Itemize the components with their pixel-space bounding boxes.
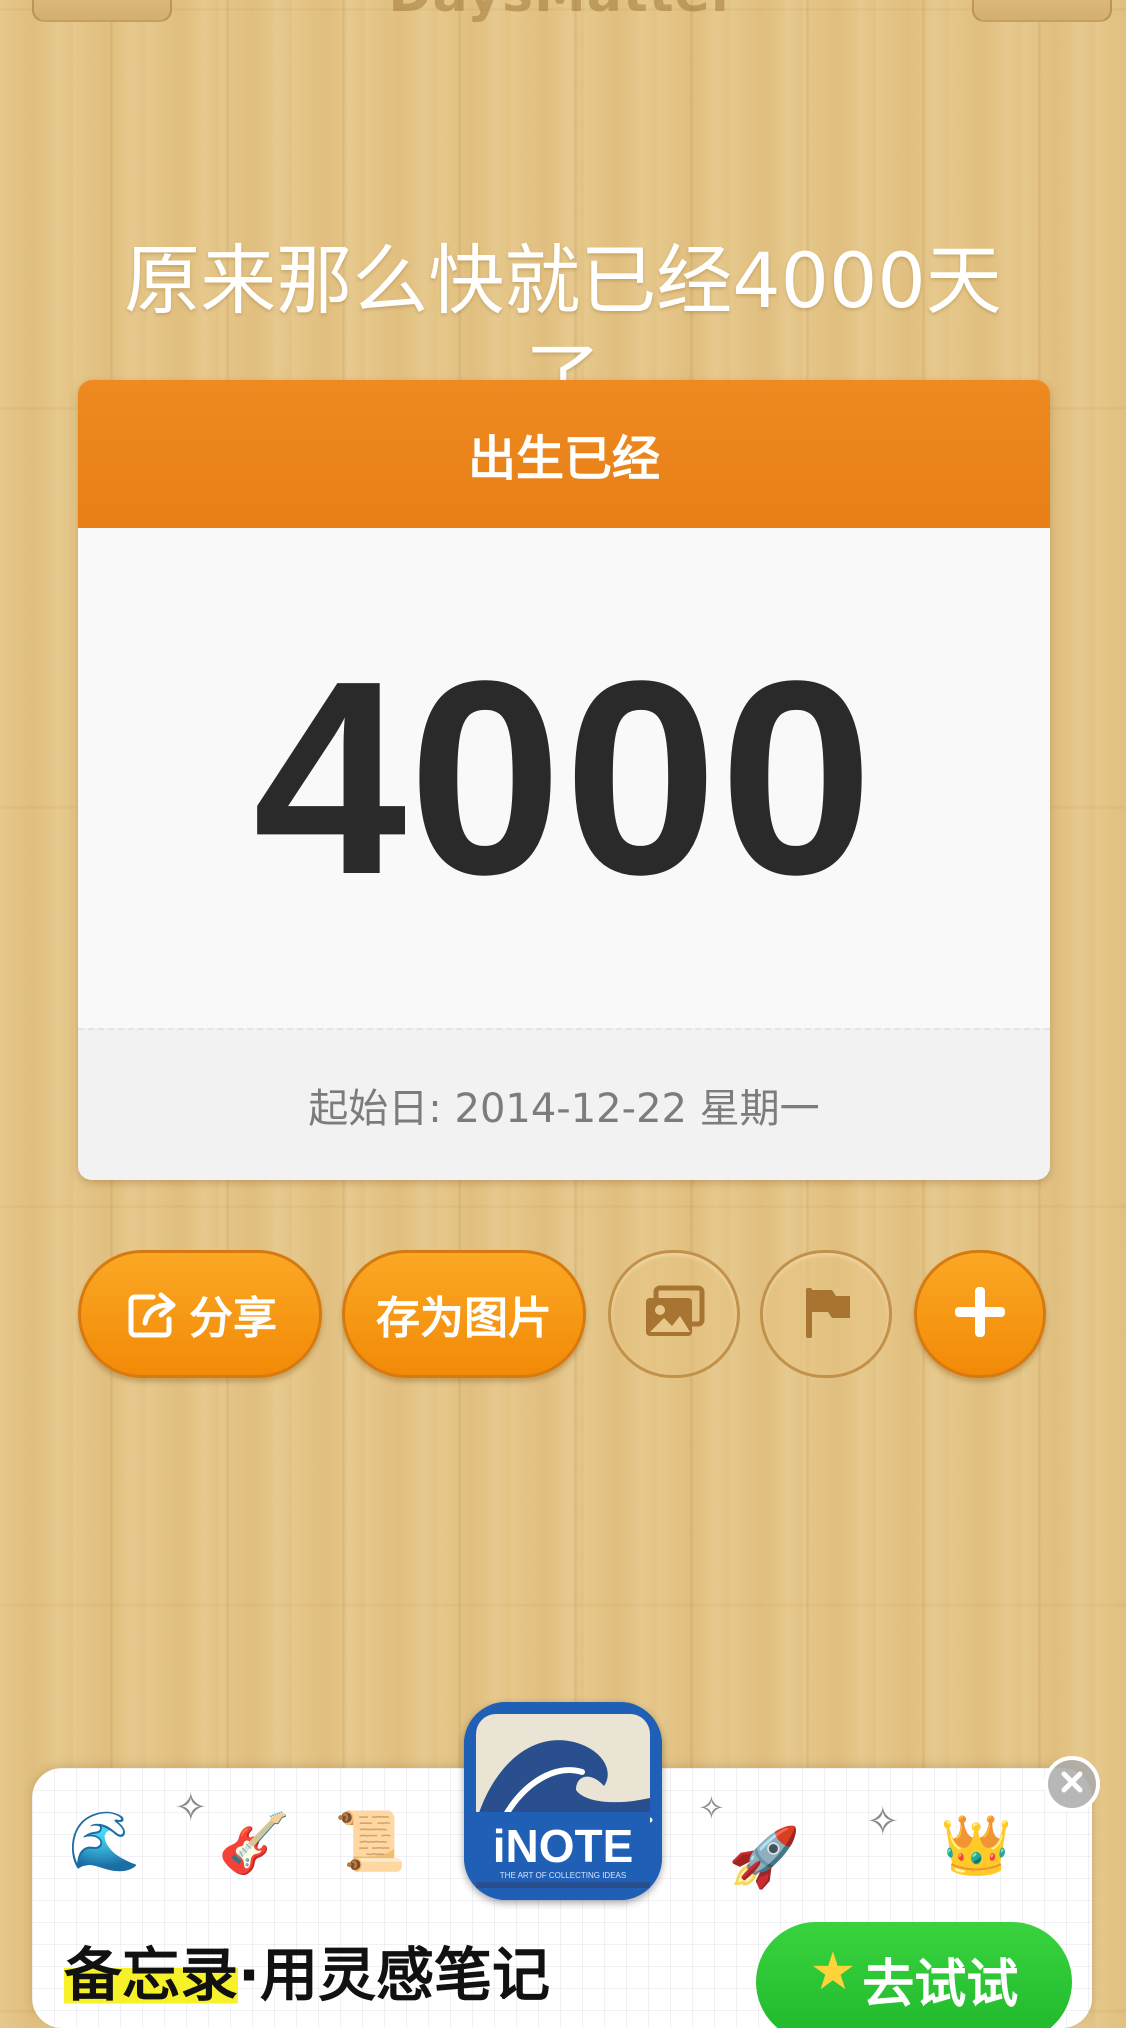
card-header: 出生已经 <box>78 380 1050 528</box>
day-count-card: 出生已经 4000 起始日: 2014-12-22 星期一 <box>78 380 1050 1180</box>
nav-title: DaysMatter <box>0 0 1126 24</box>
background-photo-button[interactable] <box>608 1250 740 1378</box>
scroll-icon: 📜 <box>334 1807 407 1875</box>
nav-bar: DaysMatter <box>0 0 1126 24</box>
action-bar: 分享 存为图片 <box>0 1250 1126 1384</box>
share-icon <box>123 1285 181 1343</box>
ad-headline: 备忘录·用灵感笔记 <box>64 1928 550 2012</box>
try-it-button[interactable]: ★ 去试试 <box>756 1922 1072 2028</box>
star-icon: ★ <box>809 1942 857 2002</box>
ad-text-rest: ·用灵感笔记 <box>238 1941 551 2009</box>
rocket-icon: 🚀 <box>728 1823 801 1891</box>
flag-button[interactable] <box>760 1250 892 1378</box>
edit-button[interactable] <box>972 0 1112 22</box>
add-event-button[interactable] <box>914 1250 1046 1378</box>
close-ad-button[interactable] <box>1044 1756 1100 1812</box>
guitar-icon: 🎸 <box>218 1809 291 1877</box>
flag-icon <box>796 1282 856 1346</box>
start-date: 起始日: 2014-12-22 星期一 <box>78 1028 1050 1180</box>
close-icon <box>1059 1769 1085 1799</box>
share-label: 分享 <box>189 1293 277 1344</box>
ad-highlight-text: 备忘录 <box>64 1941 239 2009</box>
sparkle-icon: ✧ <box>174 1785 208 1831</box>
inote-app-icon[interactable]: iNOTE THE ART OF COLLECTING IDEAS <box>464 1702 662 1900</box>
photos-icon <box>642 1284 706 1344</box>
sparkle-icon: ✧ <box>698 1789 725 1827</box>
sparkle-icon: ✧ <box>866 1799 900 1845</box>
save-image-label: 存为图片 <box>376 1293 552 1344</box>
try-it-label: 去试试 <box>862 1955 1019 2015</box>
app-icon-tagline: THE ART OF COLLECTING IDEAS <box>500 1871 626 1880</box>
plus-icon <box>949 1281 1011 1347</box>
save-image-button[interactable]: 存为图片 <box>342 1250 586 1378</box>
crown-icon: 👑 <box>940 1811 1013 1879</box>
card-body: 4000 <box>78 528 1050 1028</box>
day-count: 4000 <box>253 624 875 932</box>
share-button[interactable]: 分享 <box>78 1250 322 1378</box>
wave-icon: 🌊 <box>68 1807 141 1875</box>
app-icon-name: iNOTE <box>493 1820 634 1872</box>
